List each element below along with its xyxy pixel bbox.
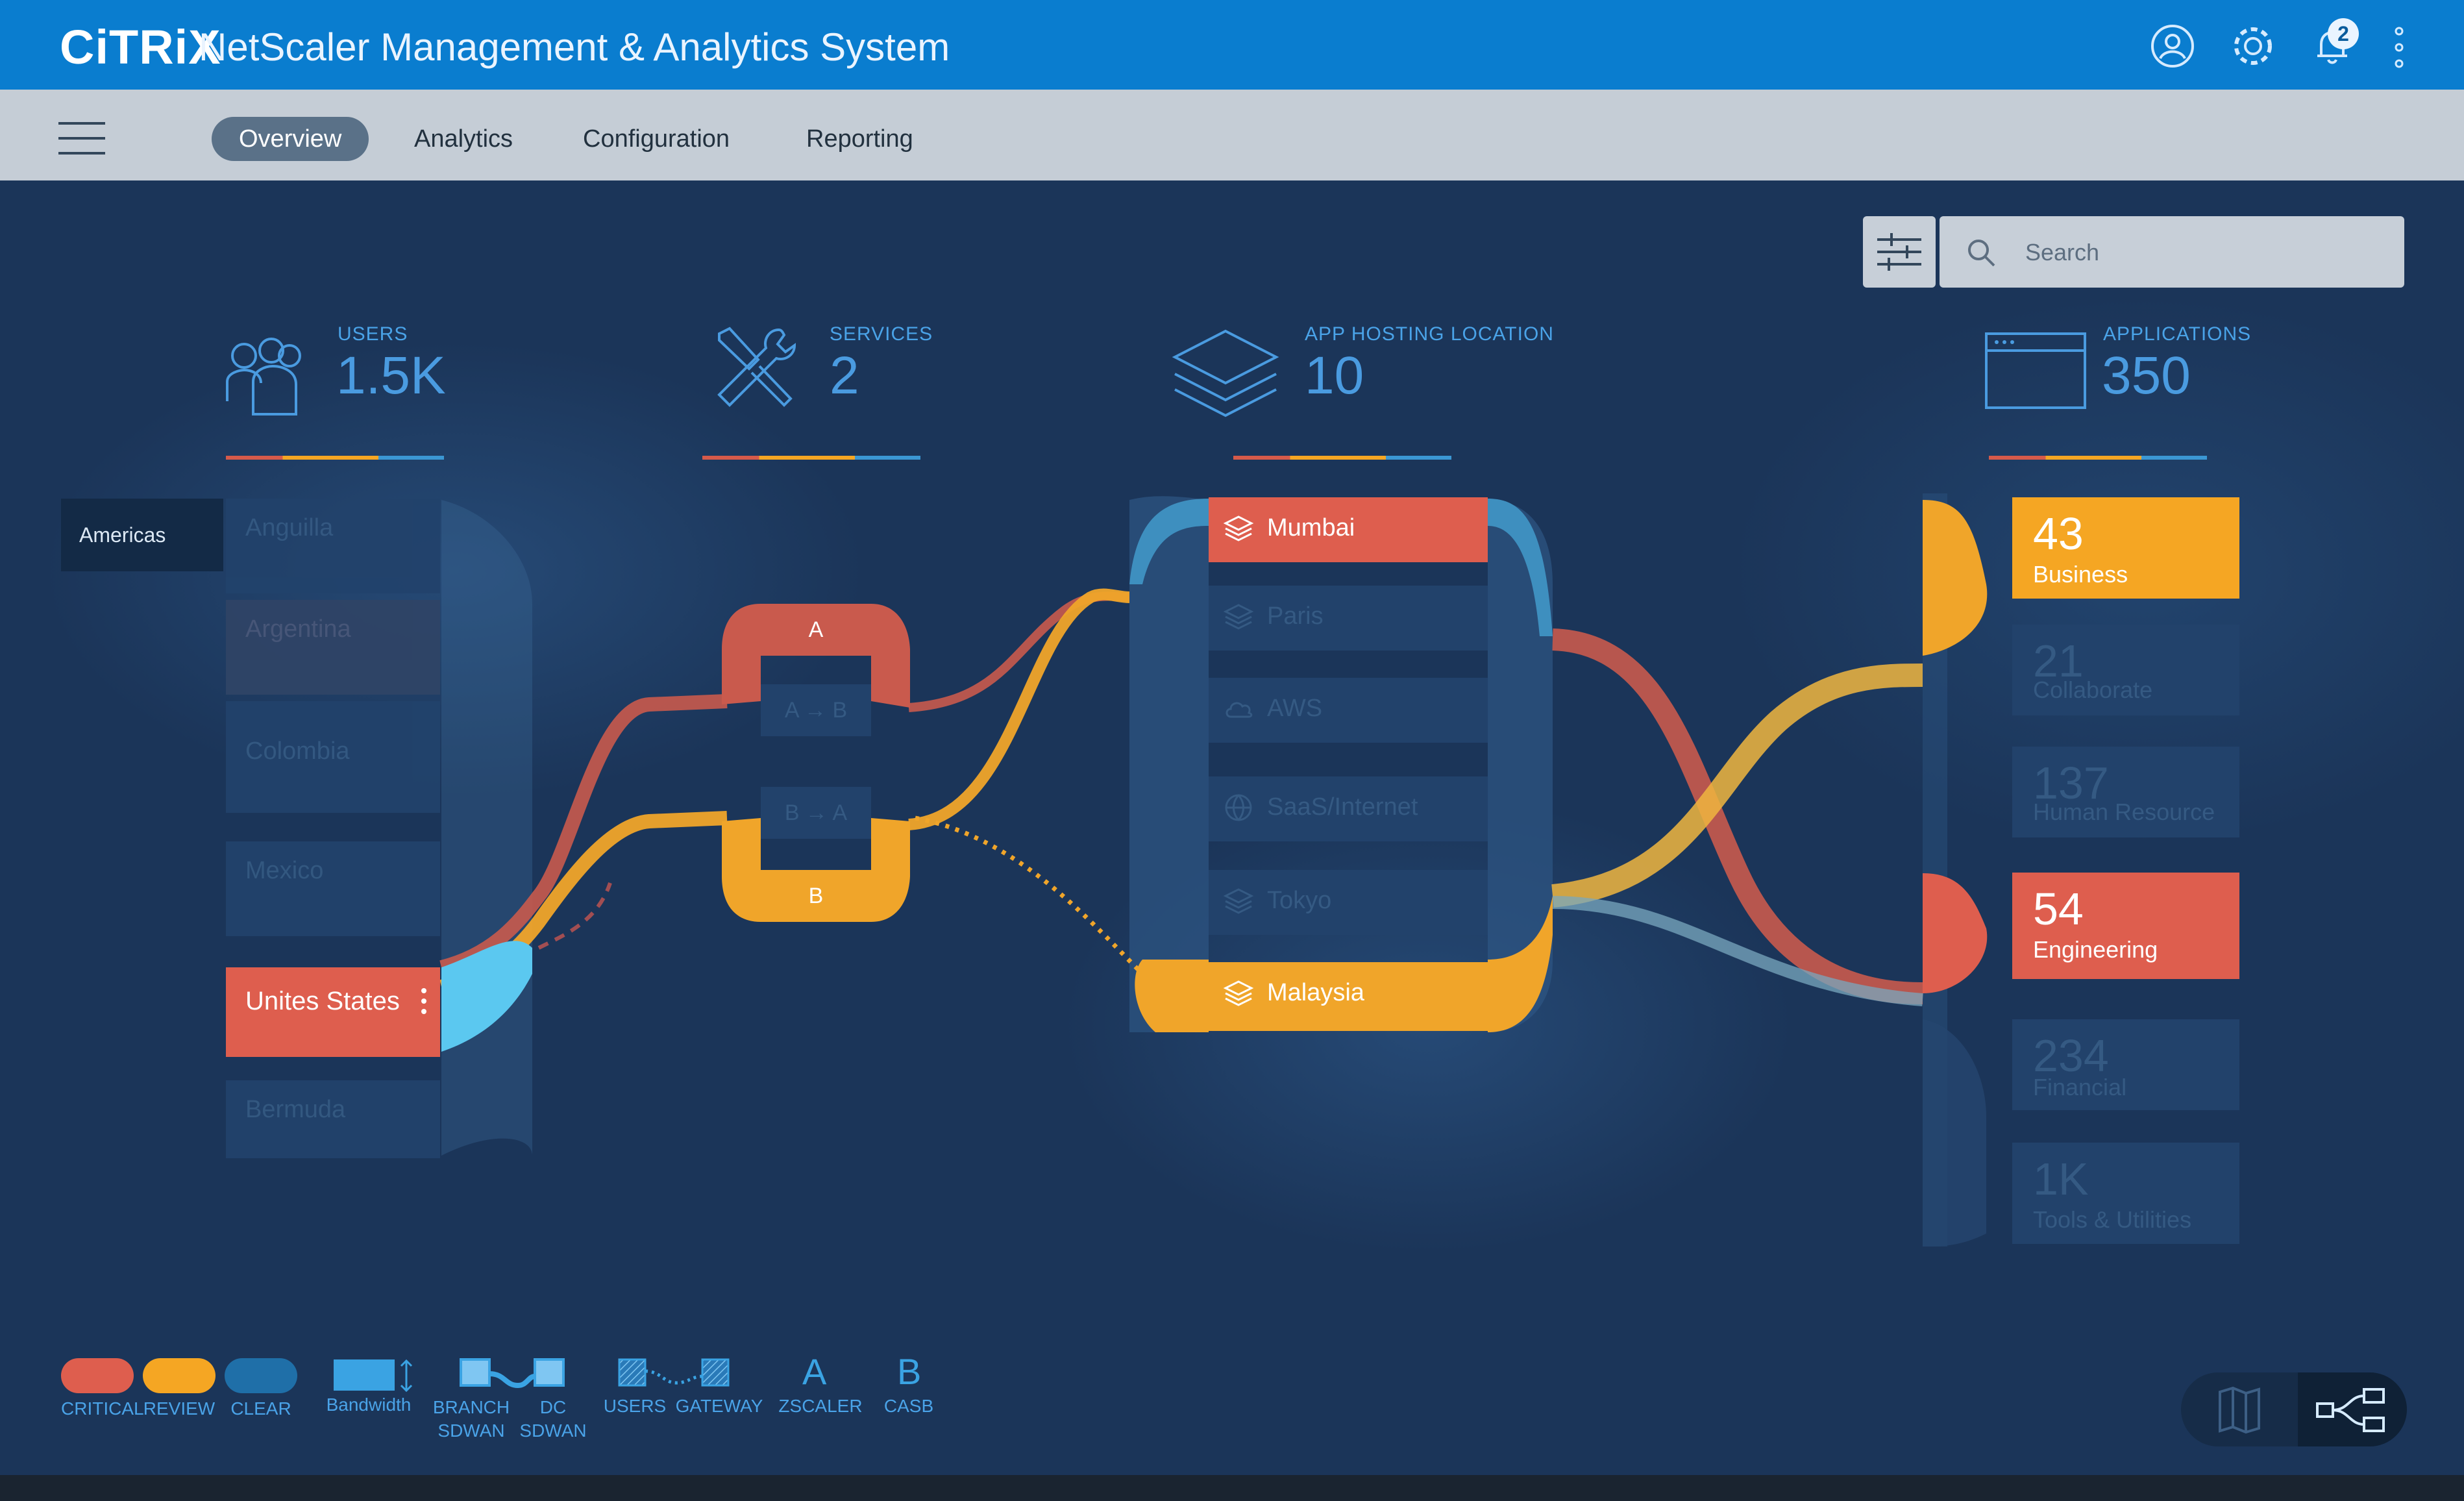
map-icon (2219, 1386, 2260, 1434)
location-saas-internet[interactable]: SaaS/Internet (1209, 776, 1488, 841)
layers-icon (1223, 515, 1254, 541)
legend-zscaler-label: ZSCALER (778, 1396, 863, 1416)
service-b-to-a[interactable]: B → A (761, 787, 871, 839)
legend-critical-label: CRITICAL (61, 1398, 144, 1419)
share-nodes-icon (2316, 1388, 2385, 1432)
app-collaborate[interactable]: 21 Collaborate (2012, 625, 2239, 715)
search-input[interactable] (2024, 216, 2390, 289)
services-count: 2 (830, 346, 859, 405)
service-b[interactable]: B (761, 870, 871, 922)
applications-label: APPLICATIONS (2103, 323, 2252, 345)
country-label: Unites States (245, 987, 400, 1015)
services-label: SERVICES (830, 323, 933, 345)
legend-review-swatch (143, 1358, 216, 1393)
hosting-status-bar (1233, 456, 1451, 460)
services-status-bar (702, 456, 920, 460)
hosting-count: 10 (1305, 346, 1364, 405)
app-engineering[interactable]: 54 Engineering (2012, 873, 2239, 979)
search-icon (1968, 240, 1995, 267)
location-tokyo[interactable]: Tokyo (1209, 870, 1488, 935)
app-tools-utilities[interactable]: 1K Tools & Utilities (2012, 1143, 2239, 1244)
sdwan-link-icon (460, 1357, 566, 1395)
country-row-united-states[interactable]: Unites States (226, 967, 440, 1057)
app-financial[interactable]: 234 Financial (2012, 1019, 2239, 1110)
bandwidth-icon (334, 1358, 417, 1396)
view-switcher (2181, 1372, 2407, 1446)
map-view-button[interactable] (2181, 1372, 2298, 1446)
location-mumbai[interactable]: Mumbai (1209, 497, 1488, 562)
sliders-icon (1877, 233, 1921, 271)
users-count: 1.5K (336, 346, 446, 405)
applications-count: 350 (2102, 346, 2191, 405)
cloud-icon (1226, 702, 1253, 718)
users-label: USERS (338, 323, 408, 345)
country-row-anguilla[interactable]: Anguilla (226, 499, 440, 593)
app-human-resource[interactable]: 137 Human Resource (2012, 747, 2239, 837)
legend-clear-swatch (225, 1358, 297, 1393)
country-row-colombia[interactable]: Colombia (226, 701, 440, 813)
layers-stack-icon (1170, 325, 1281, 425)
applications-status-bar (1989, 456, 2207, 460)
service-a[interactable]: A (761, 604, 871, 656)
legend-branch-sdwan-label: BRANCH SDWAN (432, 1397, 510, 1441)
flow-view-button[interactable] (2298, 1372, 2407, 1446)
row-more-options-icon[interactable] (419, 987, 428, 1015)
filter-sliders-button[interactable] (1863, 216, 1936, 288)
hosting-label: APP HOSTING LOCATION (1305, 323, 1554, 345)
legend-zscaler-letter: A (802, 1351, 827, 1392)
location-paris[interactable]: Paris (1209, 586, 1488, 651)
legend-casb-label: CASB (883, 1396, 934, 1416)
search-box (1940, 216, 2404, 289)
legend-dc-sdwan-label: DC SDWAN (519, 1397, 587, 1441)
country-row-bermuda[interactable]: Bermuda (226, 1080, 440, 1158)
globe-icon (1225, 794, 1252, 821)
layers-icon (1223, 604, 1254, 630)
app-business[interactable]: 43 Business (2012, 497, 2239, 599)
users-gateway-link-icon (618, 1357, 732, 1393)
location-malaysia[interactable]: Malaysia (1209, 962, 1488, 1031)
tools-icon (706, 321, 804, 421)
region-tab-americas[interactable]: Americas (61, 499, 223, 571)
layers-icon (1223, 980, 1254, 1006)
legend-clear-label: CLEAR (230, 1398, 291, 1419)
country-row-argentina[interactable]: Argentina (226, 600, 440, 695)
users-status-bar (226, 456, 444, 460)
browser-window-icon (1984, 330, 2089, 415)
legend-critical-swatch (61, 1358, 134, 1393)
legend-casb-letter: B (897, 1351, 922, 1392)
location-aws[interactable]: AWS (1209, 678, 1488, 743)
country-row-mexico[interactable]: Mexico (226, 841, 440, 936)
legend-review-label: REVIEW (143, 1398, 216, 1419)
legend-bandwidth-label: Bandwidth (326, 1395, 412, 1415)
legend-users-label: USERS (603, 1396, 667, 1416)
footer-strip (0, 1475, 2464, 1501)
legend-gateway-label: GATEWAY (675, 1396, 763, 1416)
users-icon (221, 330, 312, 424)
service-a-to-b[interactable]: A → B (761, 684, 871, 736)
layers-icon (1223, 888, 1254, 914)
